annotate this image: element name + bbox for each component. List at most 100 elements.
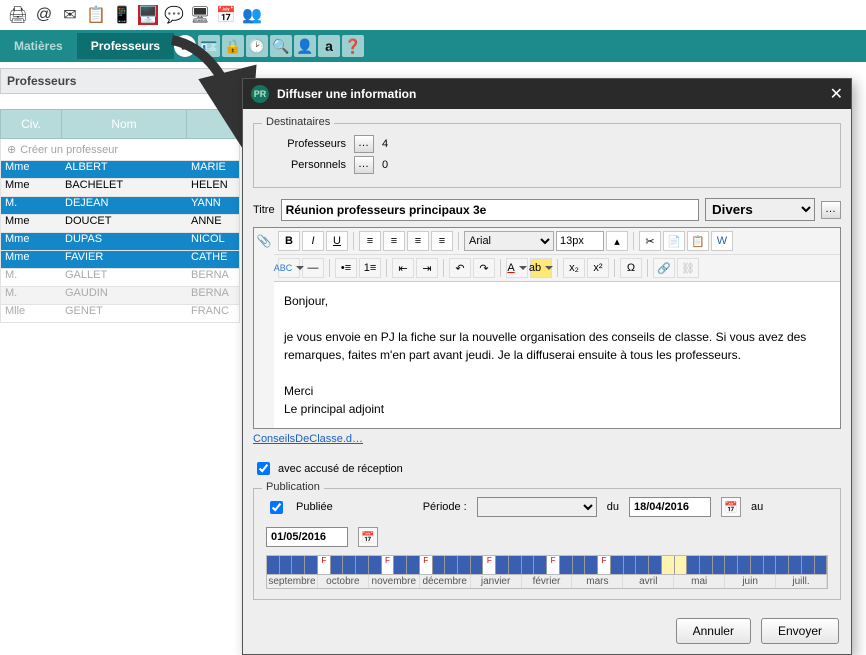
font-size-input[interactable] (556, 231, 604, 251)
list-ol-button[interactable]: 1≡ (359, 258, 381, 278)
table-row[interactable]: MlleGENETFRANC (0, 305, 240, 323)
mail-icon[interactable]: ✉ (60, 5, 80, 25)
publication-legend: Publication (262, 481, 324, 493)
unlink-button[interactable]: ⛓ (677, 258, 699, 278)
copy-button[interactable]: 📄 (663, 231, 685, 251)
align-left-button[interactable]: ≡ (359, 231, 381, 251)
table-row[interactable]: MmeFAVIERCATHE (0, 251, 240, 269)
table-row[interactable]: MmeBACHELETHELEN (0, 179, 240, 197)
print-icon[interactable]: 🖨 (8, 5, 28, 25)
ack-label: avec accusé de réception (278, 463, 403, 475)
col-nom[interactable]: Nom (61, 110, 187, 138)
indent-button[interactable]: ⇥ (416, 258, 438, 278)
category-more-button[interactable]: … (821, 201, 841, 219)
periode-select[interactable] (477, 497, 597, 517)
panel-title: Professeurs (0, 68, 240, 94)
table-header: Civ. Nom (0, 109, 240, 139)
date-from-picker-icon[interactable]: 📅 (721, 497, 741, 517)
col-civ[interactable]: Civ. (1, 110, 61, 138)
category-select[interactable]: Divers (705, 198, 815, 221)
tab-professeurs[interactable]: Professeurs (77, 33, 174, 59)
sort-control[interactable]: ▾Tri (0, 94, 240, 109)
lock-icon[interactable]: 🔒 (222, 35, 244, 57)
date-from-input[interactable] (629, 497, 711, 517)
paste-button[interactable]: 📋 (687, 231, 709, 251)
device-icon[interactable]: 📱 (112, 5, 132, 25)
pick-professeurs-button[interactable]: … (354, 135, 374, 153)
monitor-icon[interactable]: 🖥 (190, 5, 210, 25)
ack-checkbox[interactable] (257, 462, 270, 475)
personnels-label: Personnels (266, 159, 346, 171)
editor-textarea[interactable]: Bonjour, je vous envoie en PJ la fiche s… (274, 281, 840, 428)
publiee-checkbox[interactable] (270, 501, 283, 514)
professeurs-panel: Professeurs ▾Tri Civ. Nom ⊕Créer un prof… (0, 68, 240, 323)
undo-button[interactable]: ↶ (449, 258, 471, 278)
text-a-icon[interactable]: a (318, 35, 340, 57)
titre-input[interactable] (281, 199, 699, 221)
compose-icon[interactable]: 📋 (86, 5, 106, 25)
list-icon[interactable]: ≡ (174, 35, 196, 57)
link-button[interactable]: 🔗 (653, 258, 675, 278)
card-icon[interactable]: 🪪 (198, 35, 220, 57)
editor-toolbar-2: ABC — •≡ 1≡ ⇤ ⇥ ↶ ↷ A ab x₂ x² (274, 254, 840, 281)
align-center-button[interactable]: ≡ (383, 231, 405, 251)
cancel-button[interactable]: Annuler (676, 618, 751, 644)
modal-titlebar: PR Diffuser une information ✕ (243, 79, 851, 109)
du-label: du (607, 501, 619, 513)
font-family-select[interactable]: Arial (464, 231, 554, 251)
date-to-picker-icon[interactable]: 📅 (358, 527, 378, 547)
redo-button[interactable]: ↷ (473, 258, 495, 278)
align-justify-button[interactable]: ≡ (431, 231, 453, 251)
professeurs-count: 4 (382, 138, 388, 150)
close-icon[interactable]: ✕ (830, 84, 843, 104)
at-icon[interactable]: @ (34, 5, 54, 25)
publication-fieldset: Publication Publiée Période : du 📅 au 📅 … (253, 488, 841, 600)
align-right-button[interactable]: ≡ (407, 231, 429, 251)
italic-button[interactable]: I (302, 231, 324, 251)
calendar-icon[interactable]: 📅 (216, 5, 236, 25)
paperclip-icon[interactable]: 📎 (257, 234, 272, 248)
table-row[interactable]: M.GAUDINBERNA (0, 287, 240, 305)
table-row[interactable]: MmeDOUCETANNE (0, 215, 240, 233)
symbol-button[interactable]: Ω (620, 258, 642, 278)
spellcheck-button[interactable]: ABC (278, 258, 300, 278)
titre-label: Titre (253, 204, 275, 216)
hr-button[interactable]: — (302, 258, 324, 278)
date-to-input[interactable] (266, 527, 348, 547)
year-timeline[interactable]: FFFFFF septembreoctobrenovembredécembrej… (266, 555, 828, 589)
pick-personnels-button[interactable]: … (354, 156, 374, 174)
tab-bar: Matières Professeurs ≡ 🪪 🔒 🕑 🔍 👤 a ❓ (0, 30, 866, 62)
personnels-count: 0 (382, 159, 388, 171)
underline-button[interactable]: U (326, 231, 348, 251)
app-badge-icon: PR (251, 85, 269, 103)
outdent-button[interactable]: ⇤ (392, 258, 414, 278)
question-icon[interactable]: ❓ (342, 35, 364, 57)
meeting-icon[interactable]: 👥 (242, 5, 262, 25)
send-button[interactable]: Envoyer (761, 618, 839, 644)
create-professor-row[interactable]: ⊕Créer un professeur (0, 139, 240, 161)
table-row[interactable]: MmeALBERTMARIE (0, 161, 240, 179)
text-color-button[interactable]: A (506, 258, 528, 278)
col-prenom[interactable] (187, 110, 239, 138)
broadcast-icon[interactable]: 🖥️ (138, 5, 158, 25)
bold-button[interactable]: B (278, 231, 300, 251)
cut-button[interactable]: ✂ (639, 231, 661, 251)
subscript-button[interactable]: x₂ (563, 258, 585, 278)
attachment-link[interactable]: ConseilsDeClasse.d… (253, 433, 363, 445)
table-row[interactable]: MmeDUPASNICOL (0, 233, 240, 251)
professeurs-label: Professeurs (266, 138, 346, 150)
tab-matieres[interactable]: Matières (0, 33, 77, 59)
search-icon[interactable]: 🔍 (270, 35, 292, 57)
superscript-button[interactable]: x² (587, 258, 609, 278)
modal-title-text: Diffuser une information (277, 87, 416, 101)
fontsize-up-button[interactable]: ▴ (606, 231, 628, 251)
add-icon: ⊕ (7, 143, 16, 156)
chat-icon[interactable]: 💬 (164, 5, 184, 25)
person-icon[interactable]: 👤 (294, 35, 316, 57)
table-row[interactable]: M.DEJEANYANN (0, 197, 240, 215)
time-icon[interactable]: 🕑 (246, 35, 268, 57)
paste-word-button[interactable]: W (711, 231, 733, 251)
table-row[interactable]: M.GALLETBERNA (0, 269, 240, 287)
highlight-button[interactable]: ab (530, 258, 552, 278)
list-ul-button[interactable]: •≡ (335, 258, 357, 278)
